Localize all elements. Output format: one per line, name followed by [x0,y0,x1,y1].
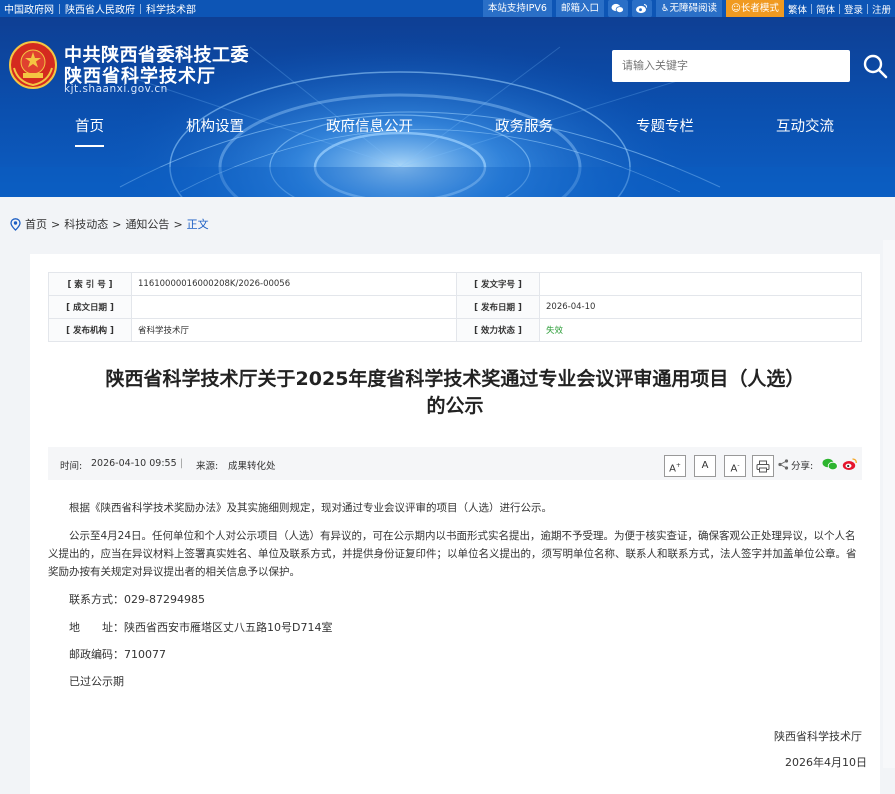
breadcrumb: 首页 > 科技动态 > 通知公告 > 正文 [10,216,213,232]
link-gov-cn[interactable]: 中国政府网 [4,1,54,16]
print-button[interactable] [752,455,774,477]
document-meta-table: [ 索 引 号 ] 11610000016000208K/2026-00056 … [48,272,862,342]
meta-value: 2026-04-10 [539,295,862,319]
site-domain: kjt.shaanxi.gov.cn [64,83,168,95]
nav-interaction[interactable]: 互动交流 [776,117,834,153]
elder-icon: ☺ [731,3,741,14]
simplified-chinese-link[interactable]: 简体 [812,2,839,16]
font-small-button[interactable]: A- [724,455,746,477]
divider [140,3,141,14]
nav-special-topics[interactable]: 专题专栏 [636,117,694,153]
register-link[interactable]: 注册 [868,2,895,16]
top-utility-bar: 中国政府网 陕西省人民政府 科学技术部 本站支持IPV6 邮箱入口 ♿无障碍阅读… [0,0,895,17]
publish-time: 2026-04-10 09:55 [91,458,177,469]
traditional-chinese-link[interactable]: 繁体 [784,2,811,16]
body-paragraph: 公示至4月24日。任何单位和个人对公示项目（人选）有异议的，可在公示期内以书面形… [48,530,857,578]
article-title: 陕西省科学技术厅关于2025年度省科学技术奖通过专业会议评审通用项目（人选） 的… [48,366,862,420]
table-row: [ 发布机构 ] 省科学技术厅 [ 效力状态 ] 失效 [48,318,862,342]
national-emblem-icon [9,41,57,89]
print-icon [756,460,770,473]
table-row: [ 索 引 号 ] 11610000016000208K/2026-00056 … [48,272,862,296]
breadcrumb-separator: > [51,217,61,231]
meta-value [539,272,862,296]
contact-line: 联系方式：029-87294985 [69,593,205,606]
breadcrumb-current: 正文 [186,218,209,231]
article-info-bar: 时间: 2026-04-10 09:55 | 来源: 成果转化处 A+ A A-… [48,447,862,480]
elder-mode-button[interactable]: ☺长者模式 [726,0,784,17]
breadcrumb-separator: > [112,217,122,231]
info-divider: | [180,458,184,469]
wechat-icon[interactable] [607,0,628,17]
nav-org-structure[interactable]: 机构设置 [186,117,244,153]
nav-home[interactable]: 首页 [75,117,104,153]
status-badge: 失效 [539,318,862,342]
postcode-line: 邮政编码：710077 [69,648,166,661]
article-title-line1: 陕西省科学技术厅关于2025年度省科学技术奖通过专业会议评审通用项目（人选） [105,368,805,390]
article-title-line2: 的公示 [426,395,484,417]
meta-label: [ 成文日期 ] [48,295,132,319]
accessibility-icon: ♿ [660,3,670,14]
login-link[interactable]: 登录 [840,2,867,16]
divider [59,3,60,14]
search-input[interactable] [612,50,850,82]
meta-label: [ 效力状态 ] [456,318,540,342]
table-row: [ 成文日期 ] [ 发布日期 ] 2026-04-10 [48,295,862,319]
breadcrumb-home[interactable]: 首页 [25,216,47,232]
card-shadow [883,240,895,768]
weibo-share-icon[interactable] [842,457,858,471]
address-line: 地 址：陕西省西安市雁塔区丈八五路10号D714室 [69,621,333,634]
meta-label: [ 发布机构 ] [48,318,132,342]
source-label: 来源: [196,461,219,472]
location-pin-icon [10,217,21,231]
font-medium-button[interactable]: A [694,455,716,477]
share-icon [778,459,789,470]
main-nav: 首页 机构设置 政府信息公开 政务服务 专题专栏 互动交流 [0,117,895,157]
breadcrumb-notices[interactable]: 通知公告 [125,216,169,232]
meta-value [131,295,457,319]
nav-gov-info[interactable]: 政府信息公开 [326,117,413,153]
weibo-icon[interactable] [631,0,652,17]
meta-label: [ 发文字号 ] [456,272,540,296]
nav-gov-services[interactable]: 政务服务 [495,117,553,153]
meta-label: [ 索 引 号 ] [48,272,132,296]
link-shaanxi-gov[interactable]: 陕西省人民政府 [65,1,135,16]
body-paragraph: 根据《陕西省科学技术奖励办法》及其实施细则规定，现对通过专业会议评审的项目（人选… [69,502,552,514]
source-value: 成果转化处 [228,461,276,472]
breadcrumb-tech-news[interactable]: 科技动态 [64,216,108,232]
accessible-reading-button[interactable]: ♿无障碍阅读 [655,0,723,17]
meta-value: 11610000016000208K/2026-00056 [131,272,457,296]
meta-label: [ 发布日期 ] [456,295,540,319]
font-large-button[interactable]: A+ [664,455,686,477]
expired-note: 已过公示期 [69,675,124,688]
meta-value: 省科学技术厅 [131,318,457,342]
search-icon[interactable] [860,51,890,81]
share-label: 分享: [791,461,814,472]
time-label: 时间: [60,461,83,472]
ipv6-badge: 本站支持IPV6 [482,0,552,17]
wechat-share-icon[interactable] [822,458,838,471]
signer: 陕西省科学技术厅 [774,730,862,743]
link-most[interactable]: 科学技术部 [146,1,196,16]
breadcrumb-separator: > [173,217,183,231]
header-banner: 中共陕西省委科技工委 陕西省科学技术厅 kjt.shaanxi.gov.cn 首… [0,17,895,197]
mail-entry-button[interactable]: 邮箱入口 [555,0,604,17]
